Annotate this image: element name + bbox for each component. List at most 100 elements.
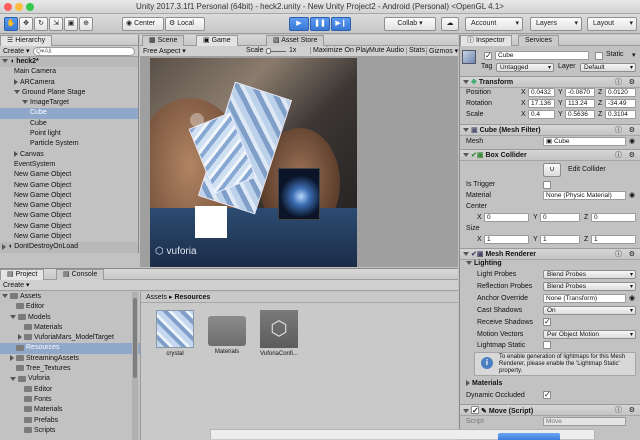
project-tree-item[interactable]: Editor <box>0 385 140 395</box>
tab-project[interactable]: ▤ Project <box>0 269 45 280</box>
foldout-icon[interactable] <box>2 294 8 299</box>
hierarchy-search-input[interactable]: Q▾All <box>33 47 135 56</box>
account-dropdown[interactable]: Account ▾ <box>465 17 523 31</box>
lightmap-static-checkbox[interactable] <box>543 341 551 349</box>
scale-tool-icon[interactable]: ⇲ <box>49 17 63 31</box>
asset-item[interactable]: Materials <box>203 310 251 362</box>
hierarchy-item[interactable]: Cube <box>0 108 138 119</box>
box-collider-header[interactable]: ✔▣ Box Collider ⓘ ⚙ <box>460 149 640 161</box>
object-name-field[interactable]: Cube <box>495 51 589 60</box>
move-script-enabled-checkbox[interactable] <box>471 405 479 416</box>
settings-gear-icon[interactable]: ⚙ <box>629 125 635 136</box>
hierarchy-item[interactable]: New Game Object <box>0 201 138 211</box>
rotate-tool-icon[interactable]: ↻ <box>34 17 48 31</box>
tree-scrollbar[interactable] <box>132 292 138 440</box>
transform-tool-icon[interactable]: ⊕ <box>79 17 93 31</box>
project-tree-item[interactable]: Fonts <box>0 395 140 405</box>
space-toggle-button[interactable]: ⚙ Local <box>165 17 205 31</box>
settings-gear-icon[interactable]: ⚙ <box>629 77 635 88</box>
settings-gear-icon[interactable]: ⚙ <box>629 249 635 260</box>
materials-foldout[interactable]: Materials <box>466 380 502 387</box>
light-probes-dropdown[interactable]: Blend Probes <box>543 270 636 279</box>
stats-toggle[interactable]: Stats <box>406 47 425 54</box>
tag-dropdown[interactable]: Untagged <box>496 63 554 72</box>
foldout-collapsed-icon[interactable] <box>14 150 18 157</box>
gizmos-dropdown[interactable]: Gizmos ▾ <box>426 47 458 55</box>
project-tree-item[interactable]: Tree_Textures <box>0 364 140 374</box>
collider-material-field[interactable]: None (Physic Material) <box>543 191 626 200</box>
lighting-foldout[interactable]: Lighting <box>466 260 502 267</box>
scale-slider-handle[interactable] <box>266 48 271 54</box>
project-tree-item[interactable]: Models <box>0 313 140 323</box>
tab-scene[interactable]: ▦ Scene <box>142 35 185 46</box>
position-x-field[interactable]: 0.0432 <box>528 88 555 97</box>
cast-shadows-dropdown[interactable]: On <box>543 306 636 315</box>
help-icon[interactable]: ⓘ <box>615 150 622 161</box>
size-x-field[interactable]: 1 <box>484 235 529 244</box>
scene-row[interactable]: ◖ heck2* <box>0 57 138 68</box>
hierarchy-item[interactable]: Main Camera <box>0 67 138 77</box>
receive-shadows-checkbox[interactable] <box>543 317 551 326</box>
hierarchy-item[interactable]: Particle System <box>0 139 138 149</box>
foldout-expanded-icon[interactable] <box>22 100 28 105</box>
settings-gear-icon[interactable]: ⚙ <box>629 405 635 416</box>
object-picker-icon[interactable]: ◉ <box>629 191 635 199</box>
pause-button[interactable]: ❚❚ <box>310 17 330 31</box>
project-tree-item[interactable]: Assets <box>0 292 140 302</box>
project-tree-item[interactable]: Resources <box>0 343 140 354</box>
project-tree-item[interactable]: Prefabs <box>0 416 140 426</box>
edit-collider-button[interactable]: ∪ <box>543 163 561 177</box>
reflection-probes-dropdown[interactable]: Blend Probes <box>543 282 636 291</box>
foldout-icon[interactable] <box>18 334 22 341</box>
mesh-field[interactable]: ▣ Cube <box>543 137 626 146</box>
hierarchy-item[interactable]: ImageTarget <box>0 98 138 108</box>
help-icon[interactable]: ⓘ <box>615 405 622 416</box>
position-y-field[interactable]: -0.0870 <box>565 88 595 97</box>
is-trigger-checkbox[interactable] <box>543 181 551 189</box>
layers-dropdown[interactable]: Layers ▾ <box>530 17 582 31</box>
project-tree-item[interactable]: Scripts <box>0 426 140 436</box>
move-script-header[interactable]: ✎ Move (Script)ⓘ⚙ <box>460 404 640 416</box>
static-dropdown-icon[interactable]: ▾ <box>632 51 636 59</box>
zoom-window-icon[interactable] <box>26 3 34 11</box>
aspect-dropdown[interactable]: Free Aspect ▾ <box>143 47 186 55</box>
breadcrumb-assets[interactable]: Assets <box>146 294 167 301</box>
project-tree-item[interactable]: Vuforia <box>0 374 140 384</box>
object-picker-icon[interactable]: ◉ <box>629 294 635 302</box>
foldout-icon[interactable] <box>10 314 16 319</box>
dynamic-occluded-checkbox[interactable] <box>543 390 551 399</box>
pivot-toggle-button[interactable]: ◉ Center <box>122 17 164 31</box>
hierarchy-item[interactable]: Point light <box>0 129 138 139</box>
foldout-icon[interactable] <box>10 354 14 361</box>
project-tree-item[interactable]: VuforiaMars_ModelTarget <box>0 333 140 343</box>
collab-button[interactable]: Collab ▾ <box>384 17 436 31</box>
rotation-z-field[interactable]: -34.49 <box>605 99 636 108</box>
tab-services[interactable]: Services <box>518 35 559 46</box>
foldout-icon[interactable] <box>10 376 16 381</box>
size-z-field[interactable]: 1 <box>591 235 636 244</box>
dontdestroy-row[interactable]: ◖ DontDestroyOnLoad <box>0 242 138 253</box>
hierarchy-item[interactable]: New Game Object <box>0 181 138 191</box>
foldout-collapsed-icon[interactable] <box>14 78 18 85</box>
project-tree-item[interactable]: Materials <box>0 323 140 333</box>
asset-item[interactable]: crystal <box>151 310 199 362</box>
help-icon[interactable]: ⓘ <box>615 249 622 260</box>
transform-header[interactable]: ✥ Transform ⓘ ⚙ <box>460 76 640 88</box>
hierarchy-item[interactable]: New Game Object <box>0 232 138 242</box>
tab-hierarchy[interactable]: ☰ Hierarchy <box>0 35 53 46</box>
anchor-override-field[interactable]: None (Transform) <box>543 294 626 303</box>
center-z-field[interactable]: 0 <box>591 213 636 222</box>
scale-z-field[interactable]: 0.3104 <box>605 110 636 119</box>
center-x-field[interactable]: 0 <box>484 213 529 222</box>
hierarchy-item[interactable]: New Game Object <box>0 170 138 180</box>
mute-audio-toggle[interactable]: Mute Audio <box>366 47 404 54</box>
close-window-icon[interactable] <box>4 3 12 11</box>
size-y-field[interactable]: 1 <box>540 235 580 244</box>
hierarchy-item[interactable]: Ground Plane Stage <box>0 88 138 98</box>
help-icon[interactable]: ⓘ <box>615 125 622 136</box>
mesh-renderer-header[interactable]: ✔▣ Mesh Renderer ⓘ ⚙ <box>460 248 640 260</box>
tab-asset-store[interactable]: ▧ Asset Store <box>266 35 325 46</box>
hierarchy-item[interactable]: Cube <box>0 119 138 129</box>
create-dropdown[interactable]: Create ▾ <box>3 47 29 55</box>
maximize-on-play-toggle[interactable]: Maximize On Play <box>310 47 369 54</box>
